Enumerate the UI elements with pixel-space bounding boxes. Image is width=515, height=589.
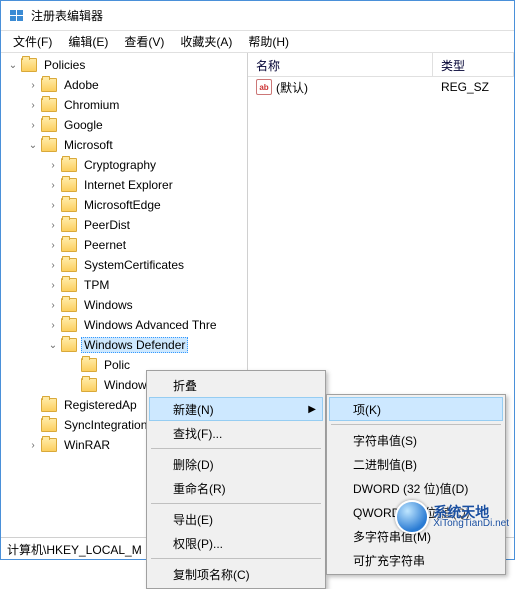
value-name: (默认) [276, 79, 308, 96]
menu-separator [151, 448, 321, 449]
submenu-dword[interactable]: DWORD (32 位)值(D) [329, 476, 503, 500]
menu-separator [151, 503, 321, 504]
folder-icon [61, 258, 77, 272]
folder-icon [41, 398, 57, 412]
menubar: 文件(F) 编辑(E) 查看(V) 收藏夹(A) 帮助(H) [1, 31, 514, 53]
menu-view[interactable]: 查看(V) [116, 31, 172, 52]
chevron-right-icon[interactable]: › [25, 80, 41, 91]
menu-rename[interactable]: 重命名(R) [149, 476, 323, 500]
list-row-default[interactable]: ab (默认) REG_SZ [248, 77, 514, 97]
menu-collapse[interactable]: 折叠 [149, 373, 323, 397]
tree-item-windows[interactable]: ›Windows [1, 295, 247, 315]
watermark-title: 系统天地 [433, 505, 509, 519]
chevron-right-icon[interactable]: › [25, 120, 41, 131]
menu-help[interactable]: 帮助(H) [240, 31, 297, 52]
tree-item-chromium[interactable]: ›Chromium [1, 95, 247, 115]
tree-item-windows-defender[interactable]: ⌄Windows Defender [1, 335, 247, 355]
chevron-right-icon[interactable]: › [45, 160, 61, 171]
folder-icon [61, 298, 77, 312]
submenu-expand-string[interactable]: 可扩充字符串 [329, 548, 503, 572]
tree-item-internet-explorer[interactable]: ›Internet Explorer [1, 175, 247, 195]
menu-delete[interactable]: 删除(D) [149, 452, 323, 476]
chevron-right-icon[interactable]: › [25, 100, 41, 111]
menu-export[interactable]: 导出(E) [149, 507, 323, 531]
tree-item-windows-advanced-threat[interactable]: ›Windows Advanced Thre [1, 315, 247, 335]
menu-separator [151, 558, 321, 559]
folder-icon [81, 378, 97, 392]
submenu-binary[interactable]: 二进制值(B) [329, 452, 503, 476]
folder-icon [21, 58, 37, 72]
folder-icon [41, 438, 57, 452]
tree-item-google[interactable]: ›Google [1, 115, 247, 135]
watermark-url: XiTongTianDi.net [433, 519, 509, 529]
menu-separator [331, 424, 501, 425]
submenu-arrow-icon: ▶ [308, 404, 316, 415]
menu-copy-key-name[interactable]: 复制项名称(C) [149, 562, 323, 586]
menu-file[interactable]: 文件(F) [5, 31, 60, 52]
menu-edit[interactable]: 编辑(E) [60, 31, 116, 52]
folder-icon [61, 198, 77, 212]
tree-item-policies[interactable]: ⌄Policies [1, 55, 247, 75]
folder-icon [41, 78, 57, 92]
status-path: 计算机\HKEY_LOCAL_M [7, 543, 142, 557]
menu-new[interactable]: 新建(N)▶ [149, 397, 323, 421]
folder-icon [81, 358, 97, 372]
globe-icon [395, 500, 429, 534]
folder-icon [41, 118, 57, 132]
app-icon [9, 8, 25, 24]
tree-item-microsoft-edge[interactable]: ›MicrosoftEdge [1, 195, 247, 215]
folder-icon [61, 338, 77, 352]
chevron-right-icon[interactable]: › [45, 260, 61, 271]
column-header-type[interactable]: 类型 [433, 53, 514, 76]
chevron-right-icon[interactable]: › [45, 220, 61, 231]
chevron-right-icon[interactable]: › [25, 440, 41, 451]
string-value-icon: ab [256, 79, 272, 95]
folder-icon [61, 178, 77, 192]
context-menu-main: 折叠 新建(N)▶ 查找(F)... 删除(D) 重命名(R) 导出(E) 权限… [146, 370, 326, 589]
menu-find[interactable]: 查找(F)... [149, 421, 323, 445]
folder-icon [61, 218, 77, 232]
menu-permissions[interactable]: 权限(P)... [149, 531, 323, 555]
chevron-down-icon[interactable]: ⌄ [25, 140, 41, 151]
tree-item-adobe[interactable]: ›Adobe [1, 75, 247, 95]
tree-item-tpm[interactable]: ›TPM [1, 275, 247, 295]
titlebar[interactable]: 注册表编辑器 [1, 1, 514, 31]
folder-icon [61, 238, 77, 252]
chevron-down-icon[interactable]: ⌄ [45, 340, 61, 351]
folder-icon [61, 318, 77, 332]
chevron-down-icon[interactable]: ⌄ [5, 60, 21, 71]
chevron-right-icon[interactable]: › [45, 200, 61, 211]
tree-item-cryptography[interactable]: ›Cryptography [1, 155, 247, 175]
chevron-right-icon[interactable]: › [45, 180, 61, 191]
folder-icon [61, 158, 77, 172]
chevron-right-icon[interactable]: › [45, 300, 61, 311]
submenu-key[interactable]: 项(K) [329, 397, 503, 421]
context-submenu-new: 项(K) 字符串值(S) 二进制值(B) DWORD (32 位)值(D) QW… [326, 394, 506, 575]
chevron-right-icon[interactable]: › [45, 280, 61, 291]
watermark: 系统天地 XiTongTianDi.net [395, 500, 509, 534]
chevron-right-icon[interactable]: › [45, 320, 61, 331]
folder-icon [41, 138, 57, 152]
tree-item-peernet[interactable]: ›Peernet [1, 235, 247, 255]
chevron-right-icon[interactable]: › [45, 240, 61, 251]
tree-item-microsoft[interactable]: ⌄Microsoft [1, 135, 247, 155]
tree-item-system-certificates[interactable]: ›SystemCertificates [1, 255, 247, 275]
column-header-name[interactable]: 名称 [248, 53, 433, 76]
folder-icon [41, 98, 57, 112]
folder-icon [41, 418, 57, 432]
window-title: 注册表编辑器 [31, 7, 103, 24]
value-type: REG_SZ [441, 80, 489, 94]
submenu-string[interactable]: 字符串值(S) [329, 428, 503, 452]
folder-icon [61, 278, 77, 292]
tree-item-peerdist[interactable]: ›PeerDist [1, 215, 247, 235]
menu-favorites[interactable]: 收藏夹(A) [172, 31, 240, 52]
list-header: 名称 类型 [248, 53, 514, 77]
